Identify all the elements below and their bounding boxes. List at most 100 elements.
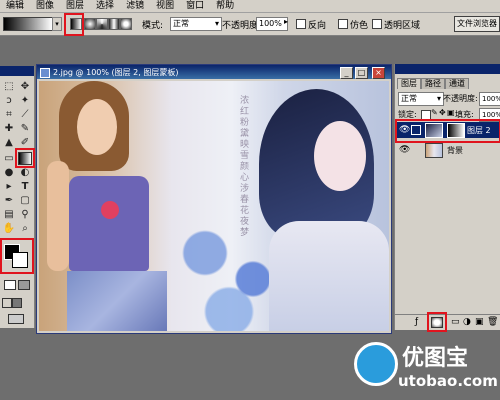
gradient-dropdown-icon[interactable]: ▾ xyxy=(52,17,62,31)
right-shoulders xyxy=(269,221,389,331)
transparency-label: 透明区域 xyxy=(384,21,421,31)
right-face xyxy=(314,121,366,191)
close-button[interactable]: × xyxy=(372,67,385,79)
hand-tool-icon[interactable]: ✋ xyxy=(2,222,16,235)
brush-tool-icon[interactable]: ✎ xyxy=(18,122,32,135)
jump-to-imageready-icon[interactable] xyxy=(8,314,24,324)
mode-label: 模式: xyxy=(142,21,164,31)
left-face xyxy=(77,99,117,155)
file-browser-label: 文件浏览器 xyxy=(457,19,497,28)
document-window: 2.jpg @ 100% (图层 2, 图层蒙板) _ □ × 浓红粉黛映雪颜心… xyxy=(36,64,392,334)
menu-filter[interactable]: 滤镜 xyxy=(120,0,150,12)
zoom-tool-icon[interactable]: ⌕ xyxy=(18,222,32,235)
tab-layers[interactable]: 图层 xyxy=(397,78,421,89)
healing-tool-icon[interactable]: ✚ xyxy=(2,122,16,135)
maximize-button[interactable]: □ xyxy=(355,67,368,79)
layer-blend-mode-value: 正常 xyxy=(401,94,417,103)
brush-lock-icon[interactable]: ✎ xyxy=(431,108,438,117)
quick-mask-mode-icon[interactable] xyxy=(18,280,30,290)
radial-gradient-button[interactable] xyxy=(84,18,96,30)
layers-panel: 图层 路径 通道 正常 ▾ 不透明度: 100% 锁定: ✎ ✥ ▣ 填充: 1… xyxy=(394,64,500,332)
reverse-checkbox[interactable] xyxy=(296,19,306,29)
document-icon xyxy=(40,68,50,78)
adjustment-layer-icon[interactable]: ◑ xyxy=(463,317,471,327)
type-tool-icon[interactable]: T xyxy=(18,180,32,193)
menu-help[interactable]: 帮助 xyxy=(210,0,240,12)
watermark-brand: 优图宝 xyxy=(402,346,469,371)
layer-name: 背景 xyxy=(447,146,463,155)
left-portrait xyxy=(39,81,189,331)
screen-mode-full-icon[interactable] xyxy=(12,298,22,308)
marquee-tool-icon[interactable]: ⬚ xyxy=(2,80,16,93)
left-top xyxy=(69,176,149,271)
eyedropper-tool-icon[interactable]: ⚲ xyxy=(18,208,32,221)
image-canvas[interactable]: 浓红粉黛映雪颜心涉春花夜梦 xyxy=(39,81,389,331)
reflected-gradient-button[interactable] xyxy=(108,18,120,30)
move-tool-icon[interactable]: ✥ xyxy=(18,80,32,93)
notes-tool-icon[interactable]: ▤ xyxy=(2,208,16,221)
layers-bottom-toolbar: ƒ ▭ ◑ ▣ 🗑 xyxy=(395,314,500,329)
lock-all-icon[interactable]: ▣ xyxy=(447,108,455,117)
new-set-icon[interactable]: ▭ xyxy=(451,317,460,327)
pen-tool-icon[interactable]: ✒ xyxy=(2,194,16,207)
layer-row-background[interactable]: 👁 背景 xyxy=(397,142,499,158)
menu-select[interactable]: 选择 xyxy=(90,0,120,12)
fill-value: 100% xyxy=(482,111,500,119)
menu-layer[interactable]: 图层 xyxy=(60,0,90,12)
screen-mode-icon[interactable] xyxy=(2,298,12,308)
shape-tool-icon[interactable]: ▢ xyxy=(18,194,32,207)
path-select-tool-icon[interactable]: ▸ xyxy=(2,180,16,193)
opacity-value: 100% xyxy=(259,19,282,28)
menu-edit[interactable]: 编辑 xyxy=(0,0,30,12)
mode-select[interactable]: 正常 ▾ xyxy=(170,17,222,31)
toolbox: ⬚ ✥ ↄ ✦ ⌗ ⟋ ✚ ✎ ▲ ✐ ▭ ● ◐ ▸ T ✒ ▢ ▤ ⚲ ✋ … xyxy=(0,66,35,328)
angle-gradient-button[interactable] xyxy=(96,18,108,30)
move-lock-icon[interactable]: ✥ xyxy=(439,108,446,117)
menu-image[interactable]: 图像 xyxy=(30,0,60,12)
menu-bar: 编辑 图像 图层 选择 滤镜 视图 窗口 帮助 xyxy=(0,0,500,13)
watermark-url: utobao.com xyxy=(398,372,498,390)
diamond-gradient-button[interactable] xyxy=(120,18,132,30)
menu-view[interactable]: 视图 xyxy=(150,0,180,12)
layer-blend-mode-select[interactable]: 正常 ▾ xyxy=(398,92,444,106)
stamp-tool-icon[interactable]: ▲ xyxy=(2,136,16,149)
mode-value: 正常 xyxy=(173,19,189,28)
menu-window[interactable]: 窗口 xyxy=(180,0,210,12)
document-title-bar[interactable]: 2.jpg @ 100% (图层 2, 图层蒙板) _ □ × xyxy=(37,65,391,79)
quick-mask-icon[interactable] xyxy=(4,280,16,290)
layer-opacity-value: 100% xyxy=(482,95,500,103)
tab-channels[interactable]: 通道 xyxy=(445,78,469,89)
linear-gradient-highlight xyxy=(64,13,84,36)
tab-paths[interactable]: 路径 xyxy=(421,78,445,89)
options-bar: ▾ 模式: 正常 ▾ 不透明度: 100% ▸ 反向 仿色 透明区域 文件浏览器 xyxy=(0,13,500,36)
chevron-down-icon: ▾ xyxy=(214,19,219,28)
new-layer-icon[interactable]: ▣ xyxy=(475,317,484,327)
bird-logo-icon xyxy=(354,342,398,386)
lasso-tool-icon[interactable]: ↄ xyxy=(2,94,16,107)
minimize-button[interactable]: _ xyxy=(340,67,353,79)
gradient-tool-highlight xyxy=(15,148,35,168)
crop-tool-icon[interactable]: ⌗ xyxy=(2,108,16,121)
left-arm xyxy=(47,161,69,271)
blur-tool-icon[interactable]: ● xyxy=(2,166,16,179)
toolbox-header xyxy=(0,66,34,76)
dither-checkbox[interactable] xyxy=(338,19,348,29)
opacity-arrow-icon[interactable]: ▸ xyxy=(284,17,288,26)
flower-emblem xyxy=(101,201,119,219)
eraser-tool-icon[interactable]: ▭ xyxy=(2,152,16,165)
magic-wand-tool-icon[interactable]: ✦ xyxy=(18,94,32,107)
layer-style-icon[interactable]: ƒ xyxy=(415,317,418,327)
add-mask-highlight xyxy=(427,312,447,332)
gradient-picker[interactable] xyxy=(3,17,53,31)
layer-opacity-label: 不透明度: xyxy=(443,94,478,103)
layer2-highlight xyxy=(395,119,500,143)
eye-icon[interactable]: 👁 xyxy=(399,145,410,155)
transparency-checkbox[interactable] xyxy=(372,19,382,29)
left-skirt xyxy=(67,271,167,331)
watermark: 优图宝 utobao.com xyxy=(350,338,500,400)
layer-opacity-input[interactable]: 100% xyxy=(479,92,500,106)
layers-panel-header xyxy=(395,64,500,74)
file-browser-button[interactable]: 文件浏览器 xyxy=(454,16,500,32)
slice-tool-icon[interactable]: ⟋ xyxy=(18,108,32,121)
trash-icon[interactable]: 🗑 xyxy=(487,317,498,327)
